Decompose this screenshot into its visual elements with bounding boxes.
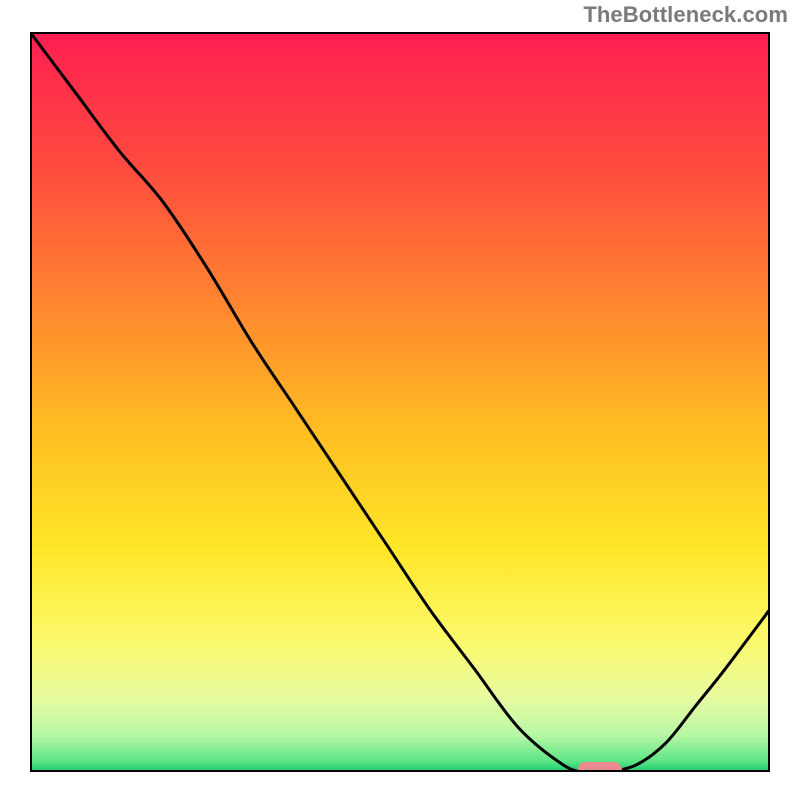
chart-svg [30,32,770,772]
plot-area [30,32,770,772]
chart-stage: TheBottleneck.com [0,0,800,800]
watermark-text: TheBottleneck.com [583,2,788,28]
gradient-background [30,32,770,772]
